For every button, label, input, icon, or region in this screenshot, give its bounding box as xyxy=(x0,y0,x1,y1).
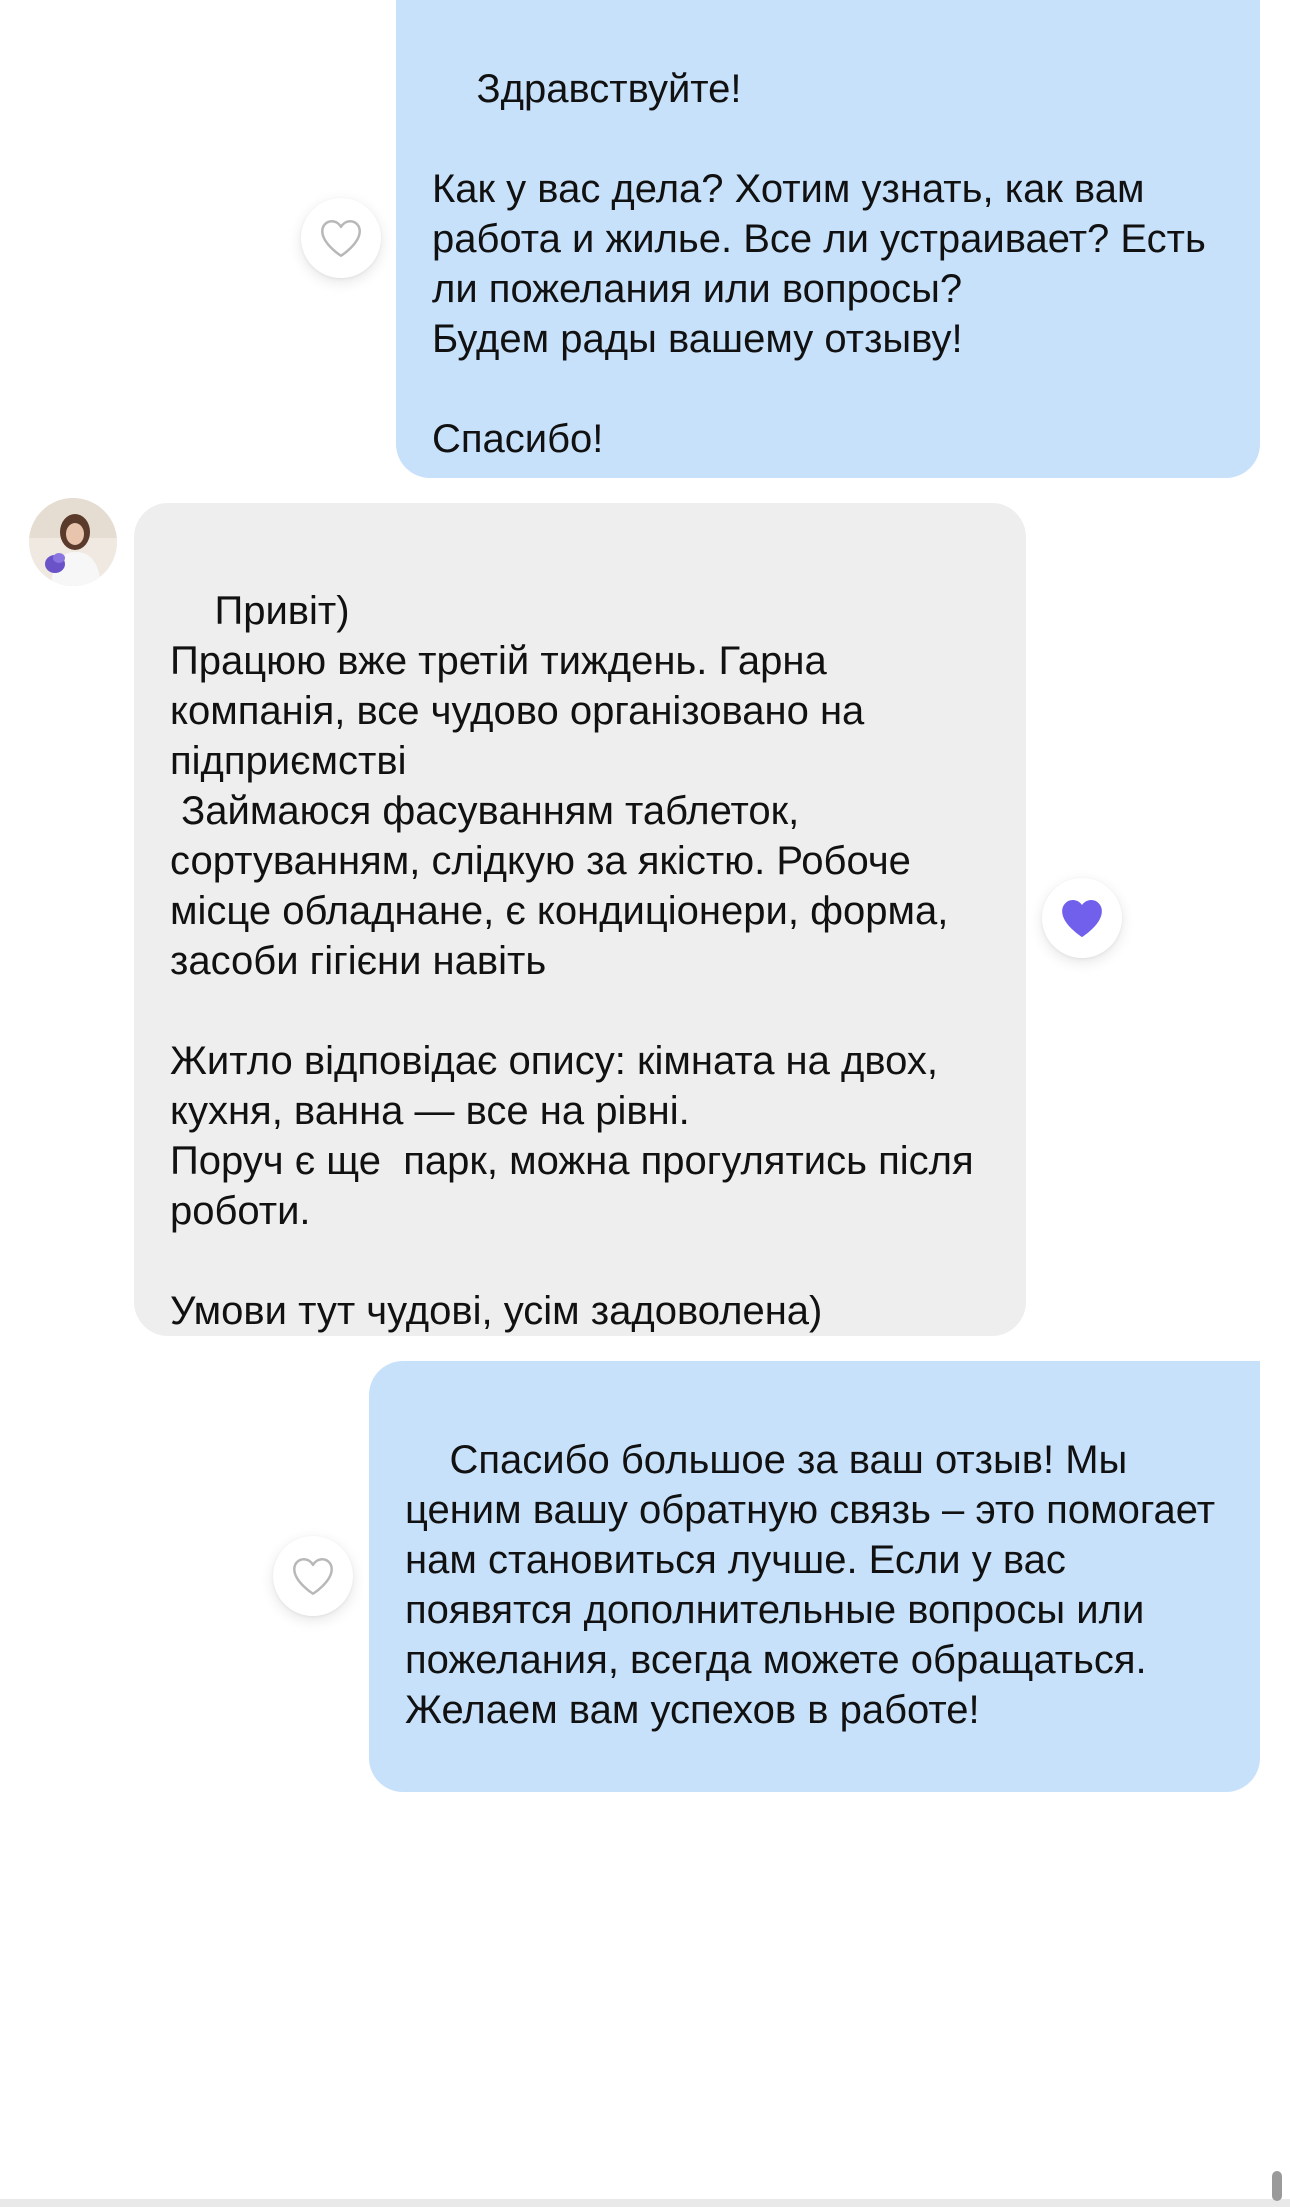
scrollbar-thumb[interactable] xyxy=(1272,2171,1282,2201)
message-text: Привіт) Працюю вже третій тиждень. Гарна… xyxy=(170,589,974,1333)
avatar[interactable] xyxy=(29,498,117,586)
outgoing-message-bubble[interactable]: Здравствуйте! Как у вас дела? Хотим узна… xyxy=(396,0,1260,478)
heart-outline-icon xyxy=(293,1557,333,1595)
heart-filled-icon xyxy=(1062,900,1102,937)
like-button[interactable] xyxy=(1042,878,1122,958)
like-button[interactable] xyxy=(301,198,381,278)
incoming-message-bubble[interactable]: Привіт) Працюю вже третій тиждень. Гарна… xyxy=(134,503,1026,1336)
message-text: Здравствуйте! Как у вас дела? Хотим узна… xyxy=(432,67,1206,461)
scrollbar-track[interactable] xyxy=(0,2199,1290,2207)
heart-outline-icon xyxy=(321,219,361,257)
message-text: Спасибо большое за ваш отзыв! Мы ценим в… xyxy=(405,1438,1227,1732)
like-button[interactable] xyxy=(273,1536,353,1616)
outgoing-message-bubble[interactable]: Спасибо большое за ваш отзыв! Мы ценим в… xyxy=(369,1361,1260,1792)
chat-thread: Здравствуйте! Как у вас дела? Хотим узна… xyxy=(0,0,1290,2207)
user-avatar-image xyxy=(29,498,117,586)
